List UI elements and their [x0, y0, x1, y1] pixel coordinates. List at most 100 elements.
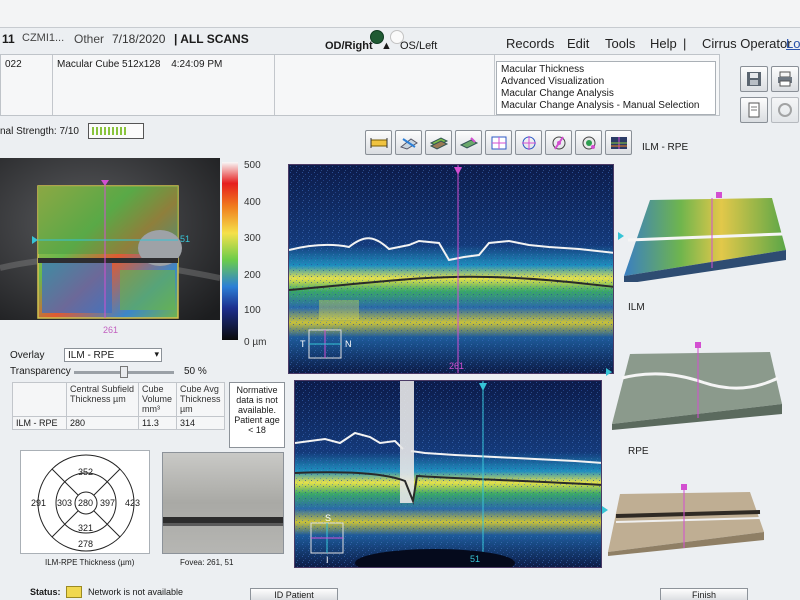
document-icon	[748, 102, 760, 118]
bscan1-position-label: 261	[449, 361, 465, 371]
analysis-item-macular-change-manual[interactable]: Macular Change Analysis - Manual Selecti…	[501, 100, 711, 112]
fundus-x-marker: 261	[103, 325, 119, 335]
vertical-bscan[interactable]: S I 51	[294, 380, 602, 568]
peel-tool-button[interactable]	[455, 130, 482, 155]
os-left-label[interactable]: OS/Left	[400, 40, 437, 52]
finish-button[interactable]: Finish	[660, 588, 748, 600]
layers-icon	[429, 136, 448, 150]
print-button[interactable]	[771, 66, 799, 92]
menu-tools[interactable]: Tools	[605, 36, 635, 51]
ilm-surface-label: ILM	[628, 302, 645, 313]
transparency-value: 50 %	[184, 366, 207, 377]
menu-help[interactable]: Help	[650, 36, 677, 51]
horizontal-bscan[interactable]: T N 261	[288, 164, 614, 374]
fundus-thickness-map[interactable]: 51	[0, 158, 220, 320]
export-button[interactable]	[740, 97, 768, 123]
save-button[interactable]	[740, 66, 768, 92]
surface-selector-label: ILM - RPE	[642, 142, 689, 153]
window-bezel	[0, 0, 800, 28]
disc-icon	[582, 136, 595, 149]
row-label-ilm-rpe: ILM - RPE	[12, 416, 67, 430]
signal-strength-bar	[88, 123, 144, 139]
blank-cell	[275, 55, 495, 115]
scan-time: 4:24:09 PM	[171, 59, 223, 70]
rotate-icon	[552, 135, 565, 150]
rotate-tool-button[interactable]	[545, 130, 572, 155]
analysis-item-macular-change[interactable]: Macular Change Analysis	[501, 88, 711, 100]
ilm-3d-surface[interactable]	[602, 338, 792, 430]
etdrs-inner-inferior: 321	[78, 523, 94, 533]
scan-type: Macular Cube 512x128	[57, 59, 161, 70]
fundus-y-marker: 51	[180, 234, 191, 244]
rpe-3d-surface[interactable]	[600, 484, 790, 556]
etdrs-inner-superior: 352	[78, 467, 94, 477]
exam-date: 7/18/2020	[112, 32, 166, 46]
logout-link[interactable]: Lo	[786, 36, 800, 51]
transparency-slider-thumb[interactable]	[120, 366, 128, 378]
signal-strength-label: nal Strength: 7/10	[0, 126, 79, 137]
ilm-rpe-3d-surface[interactable]	[612, 190, 792, 282]
etdrs-inner-temporal: 303	[57, 498, 73, 508]
orientation-nasal: N	[345, 339, 352, 349]
slice-tool-button[interactable]	[395, 130, 422, 155]
transparency-label: Transparency	[10, 366, 71, 377]
etdrs-outer-temporal: 291	[31, 498, 47, 508]
bscan2-position-label: 51	[470, 554, 481, 564]
id-patient-button[interactable]: ID Patient	[250, 588, 338, 600]
fovea-image[interactable]	[162, 452, 284, 554]
etdrs-outer-nasal: 423	[125, 498, 141, 508]
menu-records[interactable]: Records	[506, 36, 554, 51]
orientation-inferior: I	[326, 555, 329, 565]
surface-tool-button[interactable]	[425, 130, 452, 155]
header-cube-avg: Cube Avg Thickness µm	[176, 382, 225, 417]
ruler-icon	[370, 137, 387, 148]
colorbar-tick-500: 500	[244, 160, 261, 171]
all-scans-link[interactable]: | ALL SCANS	[174, 32, 249, 46]
thickness-color-scale	[222, 162, 238, 340]
analysis-item-advanced-visualization[interactable]: Advanced Visualization	[501, 76, 711, 88]
id-fragment: 022	[5, 59, 22, 70]
measure-tool-button[interactable]	[365, 130, 392, 155]
other-label: Other	[74, 32, 105, 46]
header-central-subfield: Central Subfield Thickness µm	[66, 382, 139, 417]
disabled-button[interactable]	[771, 97, 799, 123]
menu-separator: |	[683, 36, 687, 51]
cell-cube-volume: 11.3	[138, 416, 177, 430]
disk-icon	[747, 72, 761, 86]
cell-central-subfield: 280	[66, 416, 139, 430]
fovea-label: Fovea: 261, 51	[180, 558, 233, 567]
orientation-superior: S	[325, 513, 332, 523]
analysis-item-macular-thickness[interactable]: Macular Thickness	[501, 64, 711, 76]
patient-id-fragment: 11	[2, 32, 15, 46]
overlay-label: Overlay	[10, 350, 45, 361]
status-message: Network is not available	[88, 587, 184, 597]
printer-icon	[778, 71, 792, 87]
device-label: CZMI1...	[22, 32, 65, 44]
ilm-rpe-icon	[610, 136, 627, 149]
operator-name: Cirrus Operator	[702, 36, 792, 51]
grid-tool-button[interactable]	[485, 130, 512, 155]
triangle-up-icon: ▲	[381, 40, 392, 52]
overlay-select-value: ILM - RPE	[68, 350, 115, 361]
od-right-label[interactable]: OD/Right	[325, 40, 373, 52]
normative-data-note: Normative data is not available. Patient…	[229, 382, 285, 448]
disc-tool-button[interactable]	[575, 130, 602, 155]
overlay-select[interactable]: ILM - RPE ▾	[64, 348, 162, 362]
scan-type-cell: Macular Cube 512x128 4:24:09 PM	[53, 55, 275, 115]
fovea-label-text: Fovea:	[180, 558, 205, 567]
colorbar-tick-300: 300	[244, 233, 261, 244]
crosshair-icon	[521, 135, 536, 150]
header-cube-volume: Cube Volume mm³	[138, 382, 177, 417]
colorbar-tick-400: 400	[244, 197, 261, 208]
menu-edit[interactable]: Edit	[567, 36, 589, 51]
circle-icon	[778, 103, 792, 117]
ilm-rpe-tool-button[interactable]	[605, 130, 632, 155]
horizontal-bscan-svg	[289, 165, 613, 373]
slice-icon	[399, 137, 418, 150]
fovea-image-svg	[163, 517, 283, 526]
status-label: Status:	[30, 587, 61, 597]
colorbar-tick-0: 0 µm	[244, 337, 267, 348]
crosshair-tool-button[interactable]	[515, 130, 542, 155]
analysis-list[interactable]: Macular Thickness Advanced Visualization…	[496, 61, 716, 115]
orientation-temporal: T	[300, 339, 306, 349]
